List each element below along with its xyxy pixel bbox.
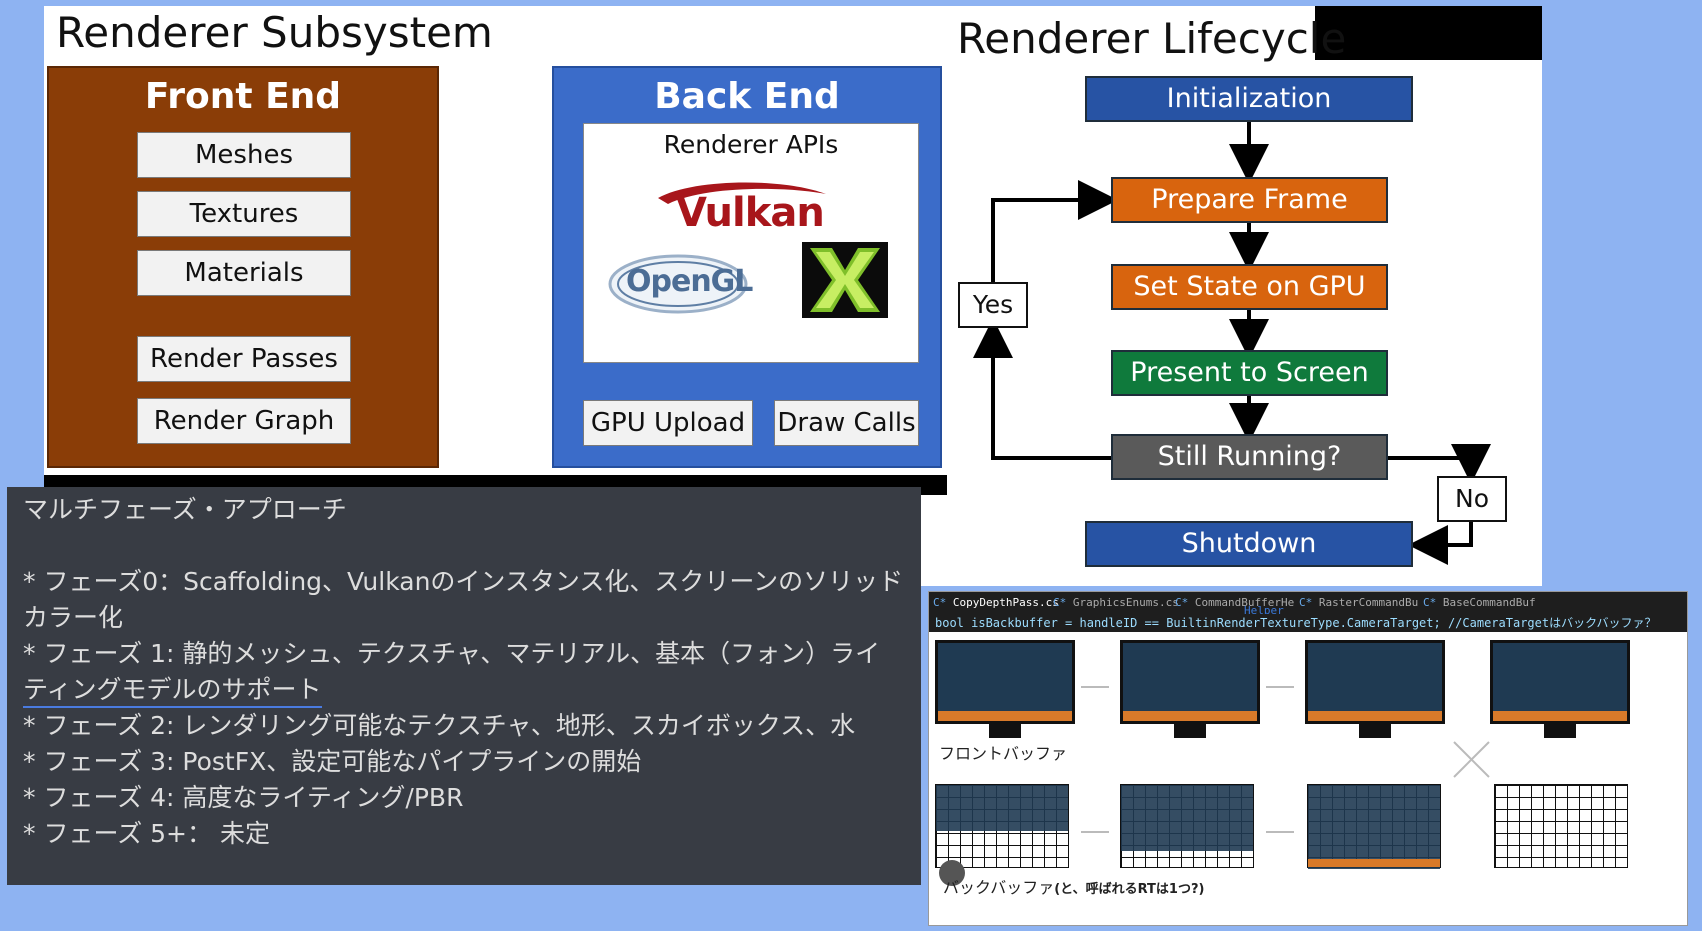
chat-message-panel: マルチフェーズ・アプローチ * フェーズ0：Scaffolding、Vulkan… bbox=[7, 487, 921, 885]
chat-line-8: * フェーズ 5+： 未定 bbox=[23, 819, 270, 848]
chat-heading: マルチフェーズ・アプローチ bbox=[23, 495, 347, 524]
node-shutdown: Shutdown bbox=[1085, 521, 1413, 567]
chat-line-4: ティングモデルのサポート bbox=[23, 674, 322, 708]
chat-line-7: * フェーズ 4: 高度なライティング/PBR bbox=[23, 783, 464, 812]
chat-line-6: * フェーズ 3: PostFX、設定可能なパイプラインの開始 bbox=[23, 747, 642, 776]
node-present-to-screen: Present to Screen bbox=[1111, 350, 1388, 396]
decision-no: No bbox=[1437, 476, 1507, 522]
backbuffer-grid-4 bbox=[1494, 784, 1628, 868]
backbuffer-grid-1 bbox=[935, 784, 1069, 868]
decision-yes: Yes bbox=[958, 282, 1028, 328]
back-buffer-label: バックバッファ(と、呼ばれるRTは1つ?) bbox=[943, 878, 1205, 897]
backbuffer-grid-3 bbox=[1307, 784, 1441, 869]
node-prepare-frame: Prepare Frame bbox=[1111, 177, 1388, 223]
node-still-running: Still Running? bbox=[1111, 434, 1388, 480]
chat-line-1: * フェーズ0：Scaffolding、Vulkanのインスタンス化、スクリーン… bbox=[23, 567, 904, 596]
chat-line-5: * フェーズ 2: レンダリング可能なテクスチャ、地形、スカイボックス、水 bbox=[23, 711, 856, 740]
code-screenshot-panel: C* CopyDepthPass.cs C* GraphicsEnums.cs … bbox=[928, 591, 1688, 926]
node-set-state-on-gpu: Set State on GPU bbox=[1111, 264, 1388, 310]
node-initialization: Initialization bbox=[1085, 76, 1413, 122]
chat-line-3: * フェーズ 1: 静的メッシュ、テクスチャ、マテリアル、基本（フォン）ライ bbox=[23, 639, 881, 668]
backbuffer-grid-2 bbox=[1120, 784, 1254, 868]
chat-line-2: カラー化 bbox=[23, 603, 124, 632]
